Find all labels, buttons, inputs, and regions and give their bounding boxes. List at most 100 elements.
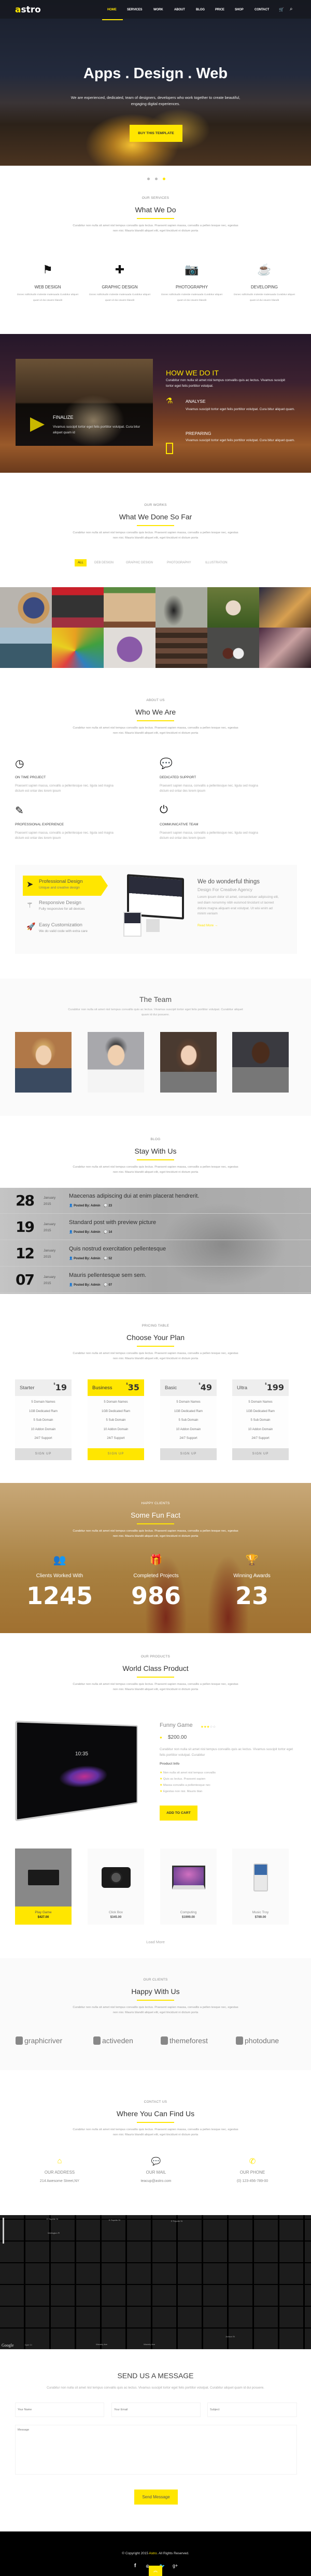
tab-easy-customization[interactable]: Easy Customization [39, 922, 82, 928]
read-more-link[interactable]: Read More → [197, 924, 218, 927]
portfolio-item[interactable] [156, 628, 207, 668]
team-member-photo[interactable] [15, 1032, 72, 1093]
post-meta: 👤 Posted By: Admin 💬 14 [69, 1230, 112, 1234]
magic-wand-icon[interactable]: ⚚ [26, 901, 33, 910]
nav-shop[interactable]: SHOP [235, 8, 244, 11]
portfolio-item[interactable] [0, 587, 52, 628]
portfolio-item[interactable] [259, 628, 311, 668]
post-meta: 👤 Posted By: Admin 💬 52 [69, 1257, 112, 1260]
filter-photography[interactable]: PHOTOGRAPHY [164, 559, 194, 566]
section-label: CONTACT US [144, 2100, 167, 2104]
desktop-computer-image [160, 1849, 217, 1906]
send-message-button[interactable]: Send Message [134, 2490, 178, 2505]
product-card-computing[interactable]: Computing $1999.00 [160, 1849, 217, 1925]
blog-post[interactable]: 12 January 2015 Quis nostrud exercitation p… [0, 1241, 311, 1267]
filter-illustration[interactable]: ILLUSTRATION [202, 559, 231, 566]
pricing-plan: Ultra $199 5 Domain Names 1GB Dedicated Ram… [232, 1379, 289, 1460]
team-member-photo[interactable] [88, 1032, 144, 1093]
tablet-mockup [123, 912, 142, 937]
user-icon: 👤 [69, 1231, 74, 1234]
back-to-top-button[interactable]: ︽ [149, 2566, 162, 2576]
team-member-photo[interactable] [232, 1032, 289, 1093]
sign-up-button[interactable]: SIGN UP [88, 1448, 144, 1460]
map-zoom-control[interactable] [3, 2218, 4, 2244]
product-card-click-box[interactable]: Click Box $345.00 [88, 1849, 144, 1925]
filter-all[interactable]: ALL [75, 559, 87, 566]
add-to-cart-button[interactable]: ADD TO CART [160, 1806, 197, 1821]
play-icon[interactable] [30, 417, 45, 432]
portfolio-item[interactable] [207, 628, 259, 668]
client-logo-photodune[interactable]: photodune [236, 2036, 279, 2045]
team-member-photo[interactable] [160, 1032, 217, 1093]
post-title[interactable]: Quis nostrud exercitation pellentesque [69, 1246, 166, 1252]
tab-sub: Unique and creative design [39, 886, 80, 890]
subject-field[interactable] [207, 2403, 297, 2417]
section-intro: Curabitur non nulla sit amet nisl tempus… [73, 2128, 238, 2137]
post-title[interactable]: Mauris pellentesque sem sem. [69, 1272, 146, 1278]
section-title: What We Done So Far [119, 513, 192, 521]
nav-work[interactable]: WORK [153, 8, 163, 11]
message-field[interactable] [15, 2425, 297, 2475]
map[interactable] [0, 2215, 311, 2349]
rocket-icon[interactable]: 🚀 [26, 922, 35, 931]
logo[interactable]: astro [15, 5, 41, 15]
slider-dot-1[interactable] [147, 178, 150, 180]
nav-price[interactable]: PRICE [215, 8, 224, 11]
filter-graphic-design[interactable]: GRAPHIC DESIGN [123, 559, 156, 566]
plan-feature: 5 Domain Names [104, 1401, 128, 1404]
portfolio-item[interactable] [52, 628, 104, 668]
phone-icon: ✆ [249, 2157, 256, 2166]
plan-feature: 10 Addon Domain [248, 1428, 273, 1431]
product-card-play-game[interactable]: Play Game $427.00 [15, 1849, 72, 1925]
nav-about[interactable]: ABOUT [174, 8, 185, 11]
section-title: Who We Are [135, 708, 176, 716]
product-card-music-troy[interactable]: Music Troy $789.00 [232, 1849, 289, 1925]
client-logo-graphicriver[interactable]: graphicriver [16, 2036, 62, 2045]
slider-dot-2[interactable] [155, 178, 158, 180]
sign-up-button[interactable]: SIGN UP [160, 1448, 217, 1460]
portfolio-item[interactable] [104, 587, 156, 628]
email-field[interactable] [111, 2403, 201, 2417]
load-more-button[interactable]: Load More [135, 1940, 176, 1944]
filter-deb-design[interactable]: DEB DESIGN [91, 559, 117, 566]
nav-blog[interactable]: BLOG [196, 8, 205, 11]
blog-post[interactable]: 19 January 2015 Standard post with preview … [0, 1214, 311, 1240]
logo-text: stro [21, 5, 41, 15]
contact-value[interactable]: teacup@astro.com [104, 2179, 208, 2183]
google-plus-icon[interactable]: g+ [173, 2563, 178, 2568]
portfolio-item[interactable] [259, 587, 311, 628]
cart-icon[interactable]: 🛒 [279, 7, 284, 12]
blog-post[interactable]: 07 January 2015 Mauris pellentesque sem sem… [0, 1267, 311, 1293]
buy-template-button[interactable]: BUY THIS TEMPLATE [130, 125, 182, 142]
portfolio-item[interactable] [207, 587, 259, 628]
tab-title: Professional Design [39, 879, 83, 884]
blog-post[interactable]: 28 January 2015 Maecenas adipiscing dui at … [0, 1188, 311, 1214]
facebook-icon[interactable]: f [134, 2563, 136, 2569]
post-title[interactable]: Standard post with preview picture [69, 1219, 156, 1226]
search-icon[interactable]: ⌕ [290, 6, 293, 12]
portfolio-item[interactable] [0, 628, 52, 668]
step-text: Vivamus suscipit tortor eget felis portt… [186, 407, 295, 411]
how-title: HOW WE DO IT [166, 369, 219, 377]
portfolio-item[interactable] [104, 628, 156, 668]
tab-responsive-design[interactable]: Responsive Design [39, 900, 81, 906]
name-field[interactable] [15, 2403, 104, 2417]
star-bullet-icon: ★ [160, 1771, 163, 1774]
brand-link[interactable]: Astro [149, 2552, 157, 2555]
portfolio-item[interactable] [156, 587, 207, 628]
post-author: Posted By: Admin [74, 1231, 101, 1234]
contact-address: ⌂ OUR ADDRESS 214 Awesome Street,NY [8, 2157, 111, 2183]
sign-up-button[interactable]: SIGN UP [232, 1448, 289, 1460]
feature-team: ⏻ COMMUNICATIVE TEAM Praesent sapien massa… [160, 804, 258, 841]
nav-home[interactable]: HOME [107, 8, 117, 11]
post-day: 28 [16, 1192, 35, 1209]
section-label: OUR WORKS [144, 503, 167, 507]
nav-services[interactable]: SERVICES [127, 8, 143, 11]
portfolio-item[interactable] [52, 587, 104, 628]
client-logo-activeden[interactable]: activeden [93, 2036, 133, 2045]
slider-dot-3-active[interactable] [163, 178, 165, 180]
post-title[interactable]: Maecenas adipiscing dui at enim placerat… [69, 1193, 199, 1199]
sign-up-button[interactable]: SIGN UP [15, 1448, 72, 1460]
nav-contact[interactable]: CONTACT [255, 8, 269, 11]
client-logo-themeforest[interactable]: themeforest [161, 2036, 208, 2045]
